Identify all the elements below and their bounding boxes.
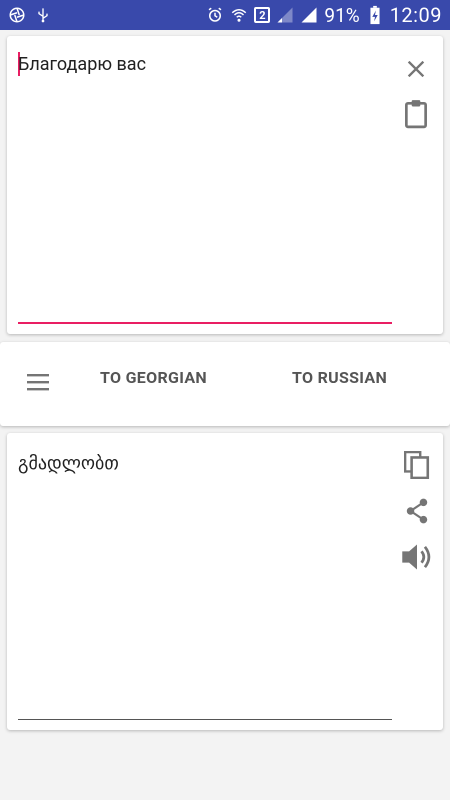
menu-button[interactable] — [16, 364, 60, 404]
copy-icon — [403, 450, 430, 483]
control-bar: TO GEORGIAN TO RUSSIAN — [0, 342, 450, 426]
battery-percent: 91% — [324, 3, 360, 27]
output-card: გმადლობთ — [7, 433, 443, 730]
status-right: 2 91% 12:09 — [206, 3, 442, 27]
signal-weak-icon — [276, 6, 294, 24]
clear-button[interactable] — [399, 54, 433, 88]
signal-icon — [300, 6, 318, 24]
clipboard-icon — [403, 99, 429, 133]
input-underline — [18, 322, 392, 324]
source-text-input[interactable]: Благодарю вас — [18, 54, 146, 75]
to-georgian-button[interactable]: TO GEORGIAN — [100, 368, 207, 387]
share-button[interactable] — [399, 495, 435, 531]
battery-charging-icon — [366, 5, 384, 25]
aperture-icon — [8, 6, 26, 24]
menu-icon — [25, 372, 51, 396]
input-card: Благодарю вас — [7, 36, 443, 334]
output-underline — [18, 719, 392, 720]
sim-badge: 2 — [254, 7, 271, 23]
clock: 12:09 — [389, 3, 442, 27]
wifi-calling-icon — [230, 6, 248, 24]
translation-output: გმადლობთ — [18, 453, 119, 474]
paste-button[interactable] — [399, 98, 433, 134]
volume-icon — [400, 541, 434, 577]
to-russian-button[interactable]: TO RUSSIAN — [292, 368, 387, 387]
alarm-icon — [206, 6, 224, 24]
share-icon — [404, 497, 430, 529]
speak-button[interactable] — [397, 539, 437, 579]
copy-button[interactable] — [399, 449, 435, 485]
close-icon — [405, 58, 427, 84]
status-bar: 2 91% 12:09 — [0, 0, 450, 30]
usb-icon — [34, 6, 52, 24]
status-left — [8, 6, 52, 24]
